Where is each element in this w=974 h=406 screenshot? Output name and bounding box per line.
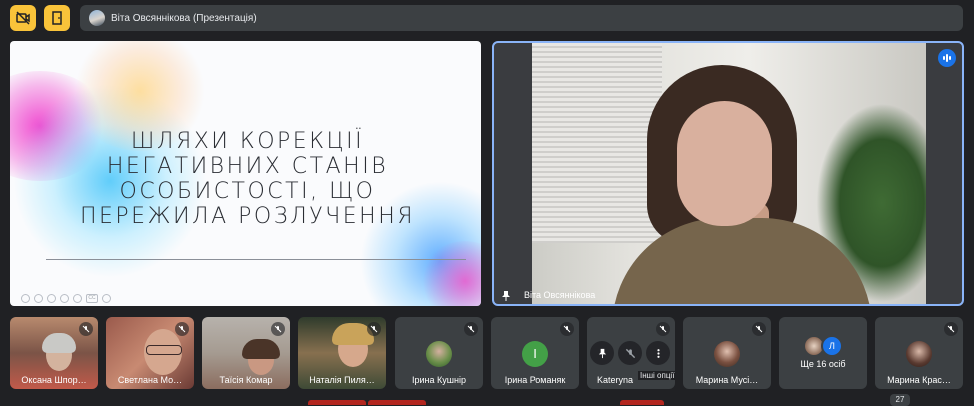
participant-tile[interactable]: Светлана Мо… — [106, 317, 194, 389]
participant-tile[interactable]: І Ірина Романяк — [491, 317, 579, 389]
participant-tile[interactable]: Таїсія Комар — [202, 317, 290, 389]
next-slide-icon[interactable] — [34, 294, 43, 303]
mic-off-icon — [656, 322, 670, 336]
person-face — [677, 101, 772, 226]
settings-icon[interactable] — [73, 294, 82, 303]
participant-name: Ірина Романяк — [504, 375, 566, 385]
speaker-name: Віта Овсяннікова — [524, 290, 596, 300]
slide-title-line: НЕГАТИВНИХ СТАНІВ — [106, 154, 389, 179]
avatar — [426, 341, 452, 367]
captions-icon[interactable]: CC — [86, 294, 98, 303]
tile-hover-controls — [590, 341, 670, 367]
avatar: Л — [821, 335, 843, 357]
avatar — [714, 341, 740, 367]
avatar-stack: Л — [779, 335, 867, 357]
pin-icon[interactable] — [500, 289, 512, 304]
mic-off-icon — [367, 322, 381, 336]
presentation-slide[interactable]: ШЛЯХИ КОРЕКЦІЇ НЕГАТИВНИХ СТАНІВ ОСОБИСТ… — [10, 41, 481, 306]
mic-off-icon — [464, 322, 478, 336]
participant-name: Таїсія Комар — [219, 375, 273, 385]
slide-title: ШЛЯХИ КОРЕКЦІЇ НЕГАТИВНИХ СТАНІВ ОСОБИСТ… — [50, 129, 445, 229]
more-participants-tile[interactable]: Л Ще 16 осіб — [779, 317, 867, 389]
mic-off-icon — [752, 322, 766, 336]
participant-name: Светлана Мо… — [117, 375, 183, 385]
more-participants-label: Ще 16 осіб — [800, 359, 846, 369]
mic-off-icon — [944, 322, 958, 336]
speaker-video — [532, 43, 926, 304]
pin-icon — [598, 348, 606, 358]
slide-title-line: ШЛЯХИ КОРЕКЦІЇ — [130, 129, 365, 154]
mic-off-icon — [79, 322, 93, 336]
mic-off-icon — [625, 348, 635, 358]
participant-name: Наталія Пиля… — [309, 375, 375, 385]
previous-slide-icon[interactable] — [21, 294, 30, 303]
presenter-label: Віта Овсяннікова (Презентація) — [111, 12, 257, 24]
toolbar-hint — [368, 400, 426, 405]
participant-hair — [42, 333, 76, 353]
participant-count-badge[interactable]: 27 — [890, 394, 910, 406]
avatar — [906, 341, 932, 367]
participant-glasses — [146, 345, 182, 355]
camera-off-icon — [16, 11, 30, 25]
mic-off-icon — [271, 322, 285, 336]
presenter-avatar — [89, 10, 105, 26]
participant-name: Марина Крас… — [887, 375, 951, 385]
avatar: І — [522, 341, 548, 367]
camera-off-button[interactable] — [10, 5, 36, 31]
mute-button[interactable] — [618, 341, 642, 365]
more-options-tooltip: Інші опції — [638, 371, 677, 380]
pin-button[interactable] — [590, 341, 614, 365]
participant-tile[interactable]: Оксана Шпор… — [10, 317, 98, 389]
participant-name: Ірина Кушнір — [412, 375, 466, 385]
slide-title-line: ПЕРЕЖИЛА РОЗЛУЧЕННЯ — [79, 204, 416, 229]
pen-icon[interactable] — [47, 294, 56, 303]
slide-controls[interactable]: CC — [21, 294, 111, 303]
toolbar-hint — [308, 400, 366, 405]
participant-name: Марина Мусі… — [695, 375, 759, 385]
participant-name: Оксана Шпор… — [21, 375, 87, 385]
slide-divider — [46, 259, 466, 260]
speaking-indicator-icon — [938, 49, 956, 67]
participant-hair — [242, 339, 280, 359]
window-blinds — [532, 43, 662, 243]
zoom-icon[interactable] — [60, 294, 69, 303]
more-vert-icon — [656, 348, 660, 358]
mic-off-icon — [175, 322, 189, 336]
speaker-video-tile[interactable]: Віта Овсяннікова — [492, 41, 964, 306]
slide-title-line: ОСОБИСТОСТІ, ЩО — [119, 179, 376, 204]
presenter-banner[interactable]: Віта Овсяннікова (Презентація) — [80, 5, 963, 31]
leave-present-button[interactable] — [44, 5, 70, 31]
participant-tile[interactable]: Марина Крас… — [875, 317, 963, 389]
toolbar-hint — [620, 400, 664, 405]
participant-tile[interactable]: Марина Мусі… — [683, 317, 771, 389]
more-options-button[interactable] — [646, 341, 670, 365]
participant-tile[interactable]: Наталія Пиля… — [298, 317, 386, 389]
mic-off-icon — [560, 322, 574, 336]
more-icon[interactable] — [102, 294, 111, 303]
door-icon — [52, 11, 62, 25]
participant-tile[interactable]: Ірина Кушнір — [395, 317, 483, 389]
top-bar: Віта Овсяннікова (Презентація) — [0, 0, 974, 36]
